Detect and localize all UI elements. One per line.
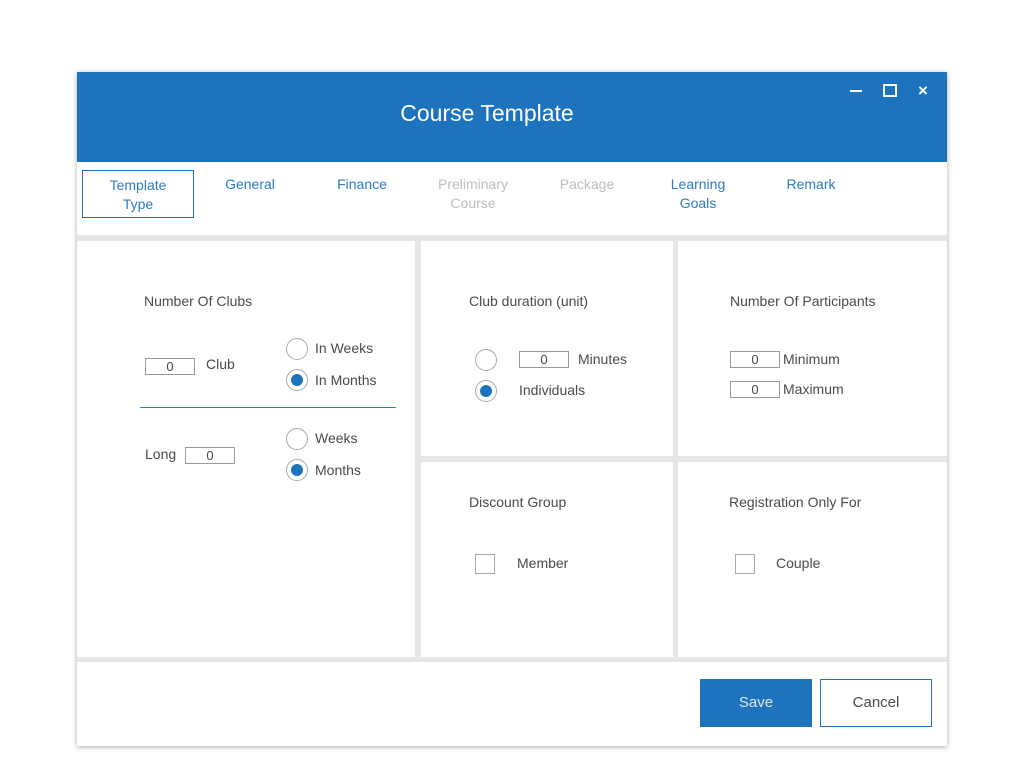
course-template-window: Course Template × Template Type General … bbox=[77, 72, 947, 746]
tab-label: Learning Goals bbox=[670, 176, 726, 211]
in-weeks-radio[interactable] bbox=[286, 338, 308, 360]
weeks-label: Weeks bbox=[315, 430, 358, 446]
discount-heading: Discount Group bbox=[469, 494, 567, 510]
dialog-footer: Save Cancel bbox=[77, 662, 947, 746]
long-label: Long bbox=[145, 446, 177, 462]
section-divider bbox=[140, 407, 396, 408]
club-unit-label: Club bbox=[206, 356, 235, 372]
duration-heading: Club duration (unit) bbox=[469, 293, 589, 309]
tab-finance[interactable]: Finance bbox=[307, 170, 417, 214]
couple-checkbox[interactable] bbox=[735, 554, 755, 574]
in-months-radio[interactable] bbox=[286, 369, 308, 391]
minimum-input[interactable] bbox=[730, 351, 780, 368]
title-bar: Course Template × bbox=[77, 72, 947, 162]
discount-group-panel: Discount Group Member bbox=[421, 462, 673, 657]
maximize-icon[interactable] bbox=[880, 82, 900, 102]
clubs-panel: Number Of Clubs Club In Weeks In Months … bbox=[77, 241, 415, 657]
club-duration-panel: Club duration (unit) Minutes Individuals bbox=[421, 241, 673, 456]
tab-remark[interactable]: Remark bbox=[756, 170, 866, 214]
tab-label: Finance bbox=[337, 176, 387, 192]
member-checkbox[interactable] bbox=[475, 554, 495, 574]
participants-panel: Number Of Participants Minimum Maximum bbox=[678, 241, 947, 456]
tab-label: Template Type bbox=[109, 177, 167, 212]
tab-label: Package bbox=[559, 176, 615, 192]
registration-panel: Registration Only For Couple bbox=[678, 462, 947, 657]
individuals-radio[interactable] bbox=[475, 380, 497, 402]
tab-bar: Template Type General Finance Preliminar… bbox=[77, 162, 947, 235]
minimum-label: Minimum bbox=[783, 351, 840, 367]
tab-package[interactable]: Package bbox=[532, 170, 642, 214]
tab-learning-goals[interactable]: Learning Goals bbox=[643, 170, 753, 214]
maximum-label: Maximum bbox=[783, 381, 844, 397]
close-icon[interactable]: × bbox=[913, 82, 933, 102]
participants-heading: Number Of Participants bbox=[730, 293, 876, 309]
long-input[interactable] bbox=[185, 447, 235, 464]
cancel-button[interactable]: Cancel bbox=[820, 679, 932, 727]
minutes-radio[interactable] bbox=[475, 349, 497, 371]
clubs-heading: Number Of Clubs bbox=[144, 293, 253, 309]
tab-general[interactable]: General bbox=[195, 170, 305, 214]
maximum-input[interactable] bbox=[730, 381, 780, 398]
member-label: Member bbox=[517, 555, 569, 571]
months-label: Months bbox=[315, 462, 361, 478]
in-weeks-label: In Weeks bbox=[315, 340, 374, 356]
months-radio[interactable] bbox=[286, 459, 308, 481]
in-months-label: In Months bbox=[315, 372, 377, 388]
minutes-label: Minutes bbox=[578, 351, 628, 367]
registration-heading: Registration Only For bbox=[729, 494, 862, 510]
tab-preliminary-course[interactable]: Preliminary Course bbox=[418, 170, 528, 214]
save-button[interactable]: Save bbox=[700, 679, 812, 727]
tab-label: General bbox=[225, 176, 275, 192]
tab-template-type[interactable]: Template Type bbox=[82, 170, 194, 218]
window-title: Course Template bbox=[400, 100, 574, 126]
individuals-label: Individuals bbox=[519, 382, 586, 398]
couple-label: Couple bbox=[776, 555, 821, 571]
tab-label: Preliminary Course bbox=[437, 176, 508, 211]
minutes-input[interactable] bbox=[519, 351, 569, 368]
club-count-input[interactable] bbox=[145, 358, 195, 375]
minimize-icon[interactable] bbox=[847, 82, 867, 102]
weeks-radio[interactable] bbox=[286, 428, 308, 450]
tab-label: Remark bbox=[786, 176, 836, 192]
